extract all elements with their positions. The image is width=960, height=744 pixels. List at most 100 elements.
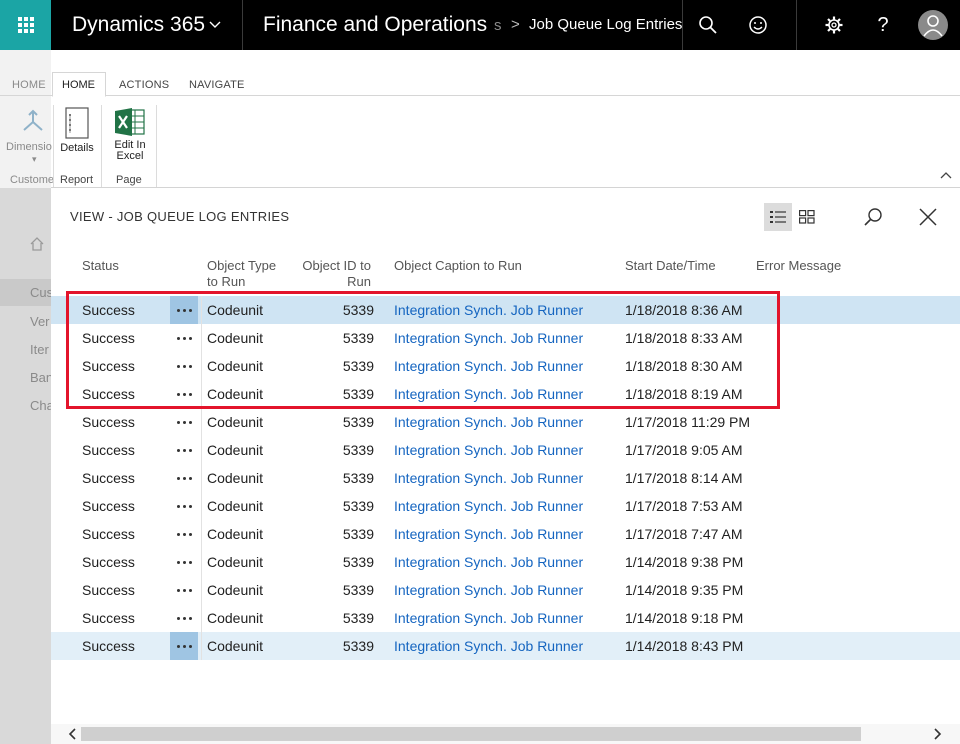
tab-home-background: HOME — [12, 79, 46, 91]
object-caption-link[interactable]: Integration Synch. Job Runner — [394, 610, 583, 626]
user-profile-button[interactable] — [908, 0, 958, 50]
column-header-object-id-line2: Run — [347, 274, 371, 289]
row-more-options-button[interactable] — [170, 520, 198, 548]
row-more-options-button[interactable] — [170, 492, 198, 520]
module-name[interactable]: Finance and Operations — [263, 13, 487, 37]
more-dots-icon — [176, 644, 192, 648]
dimensions-label: Dimensio — [6, 141, 52, 153]
column-header-object-id[interactable]: Object ID to Run — [289, 258, 371, 290]
breadcrumb-current-page[interactable]: Job Queue Log Entries — [529, 16, 682, 33]
column-header-object-caption[interactable]: Object Caption to Run — [394, 258, 522, 274]
object-caption-link[interactable]: Integration Synch. Job Runner — [394, 582, 583, 598]
row-more-options-button[interactable] — [170, 548, 198, 576]
object-id-cell: 5339 — [342, 526, 374, 542]
background-nav-item: Iter — [30, 342, 49, 357]
row-more-options-button[interactable] — [170, 576, 198, 604]
column-header-error-message[interactable]: Error Message — [756, 258, 841, 274]
dimensions-icon — [23, 109, 43, 131]
object-type-cell: Codeunit — [207, 498, 264, 514]
object-caption-link[interactable]: Integration Synch. Job Runner — [394, 554, 583, 570]
tab-navigate[interactable]: NAVIGATE — [189, 79, 245, 91]
tab-home[interactable]: HOME — [52, 72, 106, 97]
feedback-button[interactable] — [733, 0, 783, 50]
filter-search-button[interactable] — [859, 203, 887, 231]
table-row[interactable]: Success Codeunit 5339 Integration Synch. Jo… — [51, 436, 960, 464]
row-more-options-button[interactable] — [170, 464, 198, 492]
details-button[interactable]: Details — [57, 107, 97, 154]
dropdown-arrow-icon: ▾ — [32, 154, 37, 164]
close-panel-button[interactable] — [914, 203, 942, 231]
start-date-time-cell: 1/17/2018 7:47 AM — [625, 526, 743, 542]
start-date-time-cell: 1/17/2018 9:05 AM — [625, 442, 743, 458]
row-more-options-button[interactable] — [170, 408, 198, 436]
row-more-options-button[interactable] — [170, 436, 198, 464]
search-icon — [864, 208, 882, 226]
breadcrumb-truncated[interactable]: s — [494, 17, 502, 34]
table-row[interactable]: Success Codeunit 5339 Integration Synch. Jo… — [51, 576, 960, 604]
table-row[interactable]: Success Codeunit 5339 Integration Synch. Jo… — [51, 632, 960, 660]
nav-divider — [796, 0, 797, 50]
column-header-status[interactable]: Status — [82, 258, 119, 274]
app-launcher-button[interactable] — [0, 0, 51, 50]
search-icon — [699, 16, 717, 34]
status-cell: Success — [82, 414, 135, 430]
settings-button[interactable] — [809, 0, 859, 50]
group-divider — [156, 105, 157, 187]
details-label: Details — [60, 142, 94, 154]
object-caption-link[interactable]: Integration Synch. Job Runner — [394, 414, 583, 430]
table-row[interactable]: Success Codeunit 5339 Integration Synch. Jo… — [51, 492, 960, 520]
row-divider — [201, 548, 202, 576]
table-row[interactable]: Success Codeunit 5339 Integration Synch. Jo… — [51, 548, 960, 576]
table-row[interactable]: Success Codeunit 5339 Integration Synch. Jo… — [51, 604, 960, 632]
breadcrumb-separator: > — [511, 16, 520, 33]
row-divider — [201, 520, 202, 548]
row-more-options-button[interactable] — [170, 604, 198, 632]
help-button[interactable]: ? — [858, 0, 908, 50]
object-caption-link[interactable]: Integration Synch. Job Runner — [394, 526, 583, 542]
object-caption-link[interactable]: Integration Synch. Job Runner — [394, 498, 583, 514]
chevron-up-icon[interactable] — [940, 170, 952, 182]
more-dots-icon — [176, 504, 192, 508]
more-dots-icon — [176, 476, 192, 480]
object-caption-link[interactable]: Integration Synch. Job Runner — [394, 638, 583, 654]
table-row[interactable]: Success Codeunit 5339 Integration Synch. Jo… — [51, 520, 960, 548]
product-name[interactable]: Dynamics 365 — [72, 13, 205, 37]
start-date-time-cell: 1/17/2018 11:29 PM — [625, 414, 751, 430]
horizontal-scrollbar[interactable] — [51, 724, 960, 744]
column-header-object-type-line2: to Run — [207, 274, 246, 289]
edit-in-excel-button[interactable]: Edit In Excel — [110, 107, 150, 162]
object-id-cell: 5339 — [342, 414, 374, 430]
job-queue-log-panel: VIEW - JOB QUEUE LOG ENTRIES Status Obje… — [51, 188, 960, 744]
tab-actions[interactable]: ACTIONS — [119, 79, 169, 91]
grid-view-button[interactable] — [793, 203, 821, 231]
close-icon — [919, 208, 937, 226]
status-cell: Success — [82, 470, 135, 486]
status-cell: Success — [82, 638, 135, 654]
user-icon — [923, 15, 943, 37]
object-id-cell: 5339 — [342, 638, 374, 654]
tab-home-label: HOME — [62, 79, 95, 91]
column-header-object-type[interactable]: Object Type to Run — [207, 258, 276, 290]
edit-in-excel-label-line2: Excel — [116, 150, 144, 162]
object-type-cell: Codeunit — [207, 526, 264, 542]
object-id-cell: 5339 — [342, 498, 374, 514]
scroll-left-icon[interactable] — [67, 728, 79, 740]
object-caption-link[interactable]: Integration Synch. Job Runner — [394, 470, 583, 486]
object-caption-link[interactable]: Integration Synch. Job Runner — [394, 442, 583, 458]
table-row[interactable]: Success Codeunit 5339 Integration Synch. Jo… — [51, 408, 960, 436]
column-header-start-date-time[interactable]: Start Date/Time — [625, 258, 716, 274]
start-date-time-cell: 1/14/2018 9:18 PM — [625, 610, 744, 626]
search-button[interactable] — [683, 0, 733, 50]
scroll-right-icon[interactable] — [931, 728, 943, 740]
annotation-highlight-box — [66, 291, 780, 409]
object-id-cell: 5339 — [342, 554, 374, 570]
object-type-cell: Codeunit — [207, 554, 264, 570]
object-id-cell: 5339 — [342, 442, 374, 458]
row-more-options-button[interactable] — [170, 632, 198, 660]
table-row[interactable]: Success Codeunit 5339 Integration Synch. Jo… — [51, 464, 960, 492]
list-view-button[interactable] — [764, 203, 792, 231]
chevron-down-icon[interactable] — [208, 18, 222, 32]
scrollbar-thumb[interactable] — [81, 727, 861, 741]
object-type-cell: Codeunit — [207, 414, 264, 430]
excel-icon — [115, 108, 145, 136]
